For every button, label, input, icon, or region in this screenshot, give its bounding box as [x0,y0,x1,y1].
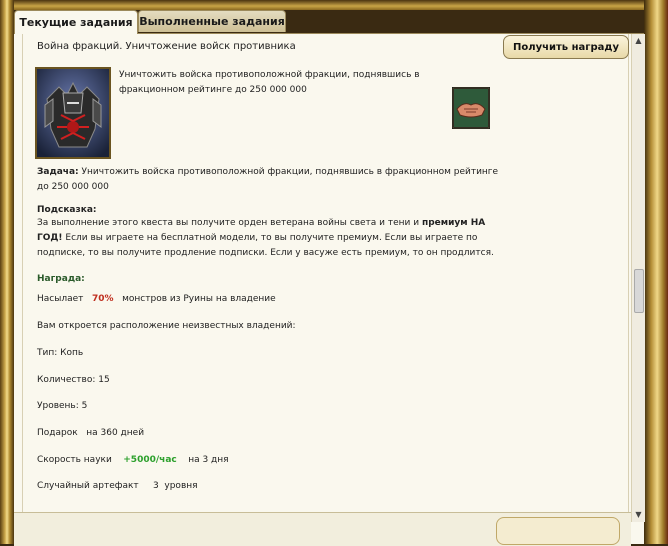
hint-text-part2: Если вы играете на бесплатной модели, то… [37,233,494,258]
reward-science: Скорость науки +5000/час на 3 дня [37,453,229,468]
next-quest-button[interactable] [496,517,620,545]
reward-amount: Количество: 15 [37,375,110,385]
scroll-up-icon[interactable]: ▲ [633,34,644,47]
hint-text: За выполнение этого квеста вы получите о… [37,216,507,261]
reward-label: Награда: [37,274,85,284]
quest-content: Война фракций. Уничтожение войск противн… [22,34,629,512]
reward-science-value: +5000/час [123,455,177,465]
claim-reward-button[interactable]: Получить награду [503,35,629,59]
hint-text-part1: За выполнение этого квеста вы получите о… [37,218,422,228]
reward-gift: Подарок на 360 дней [37,428,145,438]
task-label: Задача: [37,167,79,177]
quest-panel: Война фракций. Уничтожение войск противн… [14,33,645,546]
reward-lands: Вам откроется расположение неизвестных в… [37,321,296,331]
quest-portrait-image [35,67,111,159]
reward-level: Уровень: 5 [37,401,88,411]
reward-monsters: Насылает 70% монстров из Руины на владен… [37,292,276,307]
tab-current-quests[interactable]: Текущие задания [14,10,138,34]
reward-artifact: Случайный артефакт 3 уровня [37,481,198,491]
reward-monsters-percent: 70% [91,294,114,304]
task-block: Задача: Уничтожить войска противоположно… [37,165,507,195]
quest-title: Война фракций. Уничтожение войск противн… [37,41,296,52]
dark-knight-portrait-icon [37,69,109,157]
next-quest-strip [14,512,631,546]
frame-left [0,0,14,544]
tab-completed-quests[interactable]: Выполненные задания [138,10,286,32]
task-text: Уничтожить войска противоположной фракци… [37,167,499,192]
quest-description: Уничтожить войска противоположной фракци… [119,70,420,95]
reward-monsters-prefix: Насылает [37,294,84,304]
reward-type: Тип: Копь [37,348,84,358]
reward-monsters-suffix: монстров из Руины на владение [122,294,276,304]
frame-top [0,0,668,10]
frame-right [644,0,668,544]
reward-science-suffix: на 3 дня [188,455,229,465]
vertical-scrollbar[interactable]: ▲ ▼ [631,34,645,522]
handshake-icon [452,87,490,129]
scroll-down-icon[interactable]: ▼ [633,508,644,521]
scroll-thumb[interactable] [634,269,644,313]
reward-science-prefix: Скорость науки [37,455,112,465]
